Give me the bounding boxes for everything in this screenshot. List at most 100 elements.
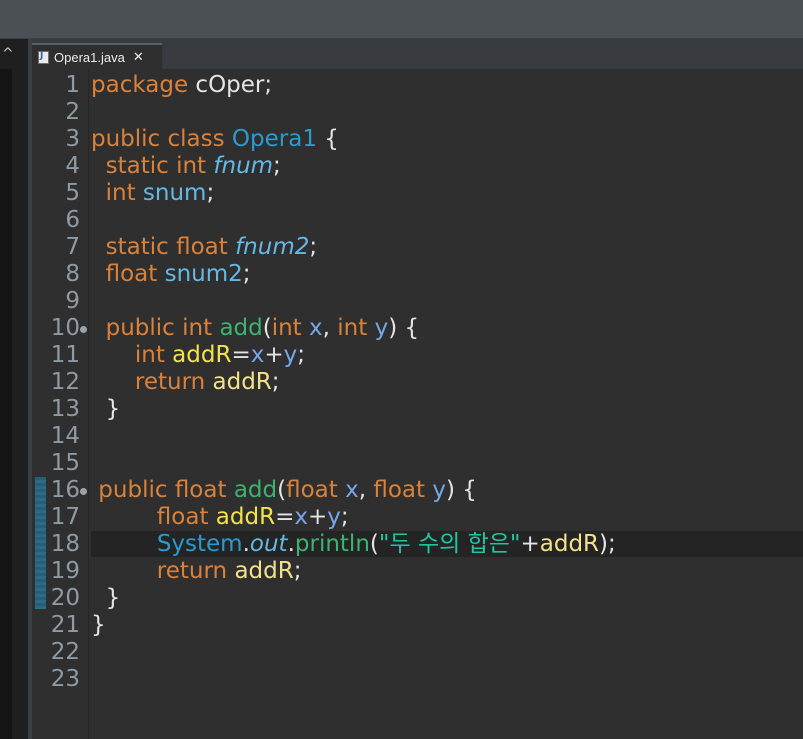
operator: + bbox=[264, 342, 284, 368]
parameter: x bbox=[250, 342, 265, 368]
line-number: 15 bbox=[50, 450, 80, 476]
local-variable: addR bbox=[539, 531, 600, 557]
keyword: float bbox=[91, 261, 165, 287]
code-line-7: static float fnum2; bbox=[91, 234, 318, 261]
code-line-13: } bbox=[91, 396, 121, 423]
method-name: add bbox=[219, 315, 263, 341]
keyword: public float bbox=[91, 477, 234, 503]
code-line-3: public class Opera1 { bbox=[91, 126, 339, 153]
tab-opera1-java[interactable]: Opera1.java ✕ bbox=[32, 43, 162, 69]
line-number: 13 bbox=[50, 396, 80, 422]
code-line-19: return addR; bbox=[91, 558, 302, 585]
parameter: y bbox=[283, 342, 298, 368]
code-line-5: int snum; bbox=[91, 180, 215, 207]
field: snum2 bbox=[164, 261, 243, 287]
parameter: y bbox=[374, 315, 389, 341]
field: snum bbox=[142, 180, 207, 206]
left-side-panel: ^ bbox=[0, 39, 28, 739]
code-line-4: static int fnum; bbox=[91, 153, 281, 180]
keyword: static float bbox=[91, 234, 236, 260]
string-literal: "두 수의 합은" bbox=[378, 531, 521, 557]
parameter: y bbox=[327, 504, 341, 530]
punctuation: ) { bbox=[445, 477, 477, 503]
keyword: return bbox=[91, 369, 213, 395]
code-line-17: float addR=x+y; bbox=[91, 504, 349, 531]
local-variable: addR bbox=[172, 342, 232, 368]
line-number: 14 bbox=[50, 423, 80, 449]
punctuation: ; bbox=[297, 342, 306, 368]
code-line-16: public float add(float x, float y) { bbox=[91, 477, 477, 504]
parameter: y bbox=[432, 477, 446, 503]
method-name: add bbox=[233, 477, 278, 503]
line-number: 18 bbox=[50, 531, 80, 557]
punctuation: ) { bbox=[388, 315, 420, 341]
class-reference: System bbox=[156, 531, 243, 557]
keyword: int bbox=[271, 315, 302, 341]
code-editor[interactable]: 1 2 3 4 5 6 7 8 9 10 11 12 13 14 15 16 1… bbox=[32, 69, 803, 739]
java-file-icon bbox=[38, 50, 49, 64]
local-variable: addR bbox=[234, 558, 294, 584]
keyword: float bbox=[286, 477, 338, 503]
line-number: 21 bbox=[50, 612, 80, 638]
tab-label: Opera1.java bbox=[54, 49, 125, 65]
package-name: cOper; bbox=[188, 72, 273, 98]
code-line-8: float snum2; bbox=[91, 261, 251, 288]
operator: = bbox=[275, 504, 295, 530]
code-line-11: int addR=x+y; bbox=[91, 342, 305, 369]
local-variable: addR bbox=[212, 369, 272, 395]
line-number: 19 bbox=[50, 558, 80, 584]
code-line-20: } bbox=[91, 585, 121, 612]
window-toolbar-area bbox=[0, 0, 803, 38]
code-line-12: return addR; bbox=[91, 369, 280, 396]
line-number: 12 bbox=[50, 369, 80, 395]
keyword: int bbox=[337, 315, 368, 341]
line-number: 17 bbox=[50, 504, 80, 530]
chevron-up-icon[interactable]: ^ bbox=[2, 47, 14, 61]
static-field: fnum bbox=[213, 153, 274, 179]
code-line-10: public int add(int x, int y) { bbox=[91, 315, 420, 342]
line-number: 22 bbox=[50, 639, 80, 665]
line-number-gutter: 1 2 3 4 5 6 7 8 9 10 11 12 13 14 15 16 1… bbox=[32, 69, 89, 739]
punctuation: ; bbox=[242, 261, 251, 287]
fold-toggle-icon[interactable] bbox=[80, 326, 87, 333]
parameter: x bbox=[345, 477, 359, 503]
line-number: 8 bbox=[65, 261, 80, 287]
keyword: int bbox=[91, 180, 143, 206]
class-name: Opera1 bbox=[231, 126, 317, 152]
punctuation: . bbox=[287, 531, 295, 557]
brace: } bbox=[91, 612, 106, 638]
fold-toggle-icon[interactable] bbox=[80, 488, 87, 495]
punctuation: , bbox=[322, 315, 338, 341]
line-number: 6 bbox=[65, 207, 80, 233]
punctuation: ); bbox=[599, 531, 616, 557]
keyword: package bbox=[91, 72, 189, 98]
brace: } bbox=[91, 585, 121, 611]
line-number: 11 bbox=[50, 342, 80, 368]
code-line-18: System.out.println("두 수의 합은"+addR); bbox=[91, 531, 616, 558]
line-number: 1 bbox=[65, 72, 80, 98]
line-number: 23 bbox=[50, 666, 80, 692]
punctuation: ; bbox=[271, 369, 280, 395]
punctuation: ( bbox=[369, 531, 379, 557]
code-line-1: package cOper; bbox=[91, 72, 272, 99]
keyword: float bbox=[373, 477, 425, 503]
line-number: 4 bbox=[65, 153, 80, 179]
punctuation: ( bbox=[262, 315, 272, 341]
close-icon[interactable]: ✕ bbox=[133, 50, 144, 65]
keyword: public int bbox=[91, 315, 220, 341]
side-panel-strip bbox=[0, 69, 12, 739]
line-number: 16 bbox=[50, 477, 80, 503]
operator: = bbox=[231, 342, 251, 368]
punctuation: { bbox=[316, 126, 339, 152]
punctuation: ; bbox=[293, 558, 302, 584]
line-number: 10 bbox=[50, 315, 80, 341]
keyword: public class bbox=[91, 126, 232, 152]
punctuation: ; bbox=[309, 234, 318, 260]
line-number: 5 bbox=[65, 180, 80, 206]
operator: + bbox=[307, 504, 328, 530]
change-marker bbox=[35, 477, 46, 609]
line-number: 3 bbox=[65, 126, 80, 152]
